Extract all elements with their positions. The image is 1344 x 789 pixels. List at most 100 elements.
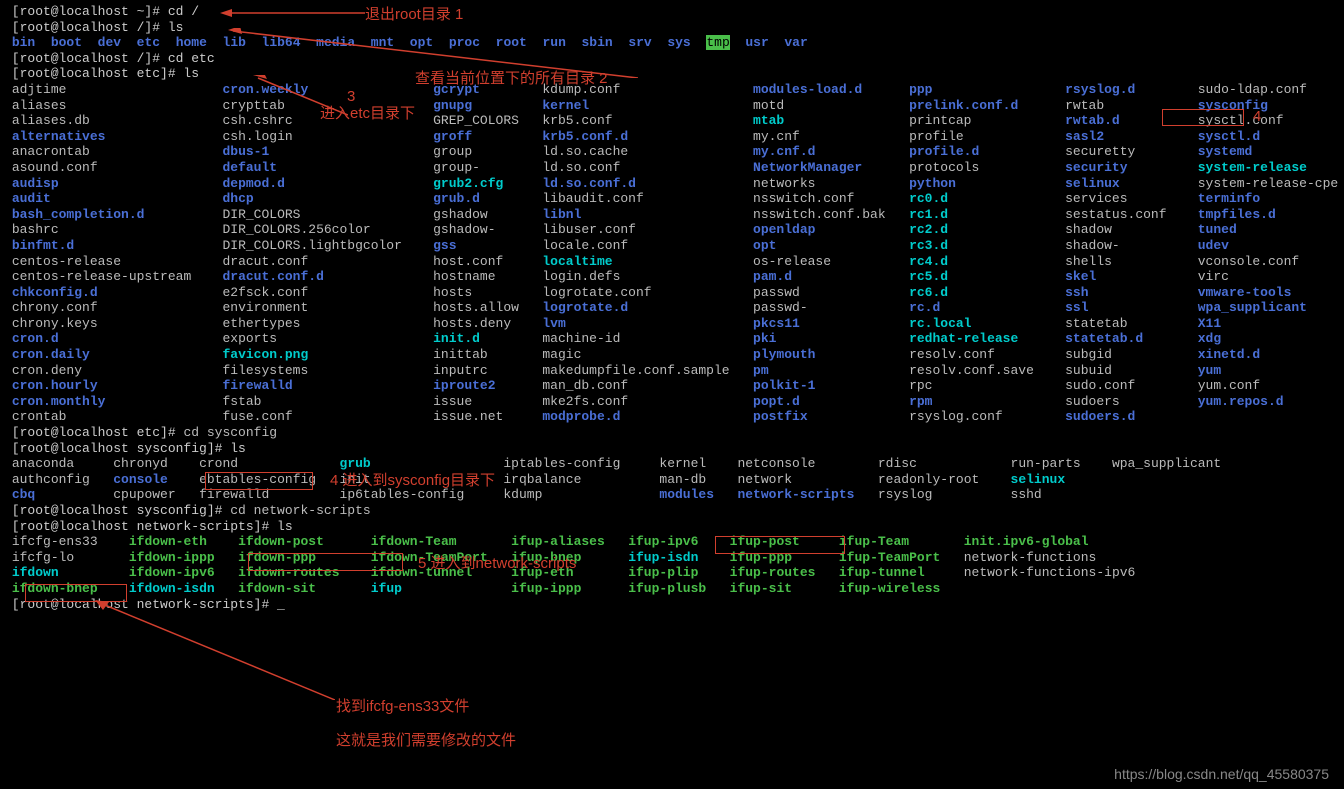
etc-vmware-tools: vmware-tools (1198, 285, 1292, 300)
etc-bash_completion.d: bash_completion.d (12, 207, 145, 222)
sys-selinux: selinux (1011, 472, 1066, 487)
etc-libnl: libnl (542, 207, 581, 222)
etc-yum.conf: yum.conf (1198, 378, 1260, 393)
sys-man-db: man-db (659, 472, 706, 487)
ns-ifup-plusb: ifup-plusb (628, 581, 706, 596)
ns-ifdown: ifdown (12, 565, 59, 580)
etc-group: group (433, 144, 472, 159)
etc-mke2fs.conf: mke2fs.conf (542, 394, 628, 409)
etc-rc.d: rc.d (909, 300, 940, 315)
etc-gshadow: gshadow (433, 207, 488, 222)
sys-rsyslog: rsyslog (878, 487, 933, 502)
etc-udev: udev (1198, 238, 1229, 253)
etc-bashrc: bashrc (12, 222, 59, 237)
root-dir-sbin: sbin (581, 35, 612, 50)
root-dir-proc: proc (449, 35, 480, 50)
etc-machine-id: machine-id (542, 331, 620, 346)
etc-sudo-ldap.conf: sudo-ldap.conf (1198, 82, 1307, 97)
ns-ifdown-sit: ifdown-sit (238, 581, 316, 596)
etc-chrony.keys: chrony.keys (12, 316, 98, 331)
etc-dracut.conf.d: dracut.conf.d (222, 269, 323, 284)
etc-DIR_COLORS.256color: DIR_COLORS.256color (222, 222, 370, 237)
etc-rc2.d: rc2.d (909, 222, 948, 237)
etc-rpm: rpm (909, 394, 932, 409)
etc-printcap: printcap (909, 113, 971, 128)
sys-grub: grub (340, 456, 371, 471)
etc-e2fsck.conf: e2fsck.conf (222, 285, 308, 300)
etc-libaudit.conf: libaudit.conf (542, 191, 643, 206)
ns-network-functions: network-functions (964, 550, 1097, 565)
etc-crypttab: crypttab (222, 98, 284, 113)
etc-xdg: xdg (1198, 331, 1221, 346)
etc-logrotate.conf: logrotate.conf (542, 285, 651, 300)
etc-statetab.d: statetab.d (1065, 331, 1143, 346)
etc-ld.so.conf: ld.so.conf (542, 160, 620, 175)
etc-passwd: passwd (753, 285, 800, 300)
sys-console: console (113, 472, 168, 487)
etc-rc3.d: rc3.d (909, 238, 948, 253)
sys-modules: modules (659, 487, 714, 502)
ns-ifup-tunnel: ifup-tunnel (839, 565, 925, 580)
arrow-ifcfg (95, 600, 335, 700)
etc-cron.daily: cron.daily (12, 347, 90, 362)
sys-readonly-root: readonly-root (878, 472, 979, 487)
etc-rwtab.d: rwtab.d (1065, 113, 1120, 128)
etc-man_db.conf: man_db.conf (542, 378, 628, 393)
ns-ifdown-bnep: ifdown-bnep (12, 581, 98, 596)
sys-cbq: cbq (12, 487, 35, 502)
etc-xinetd.d: xinetd.d (1198, 347, 1260, 362)
ns-ifdown-ippp: ifdown-ippp (129, 550, 215, 565)
etc-csh.cshrc: csh.cshrc (222, 113, 292, 128)
etc-grub2.cfg: grub2.cfg (433, 176, 503, 191)
etc-aliases: aliases (12, 98, 67, 113)
etc-alternatives: alternatives (12, 129, 106, 144)
etc-ssh: ssh (1065, 285, 1088, 300)
ns-ifup-wireless: ifup-wireless (839, 581, 940, 596)
etc-terminfo: terminfo (1198, 191, 1260, 206)
etc-X11: X11 (1198, 316, 1221, 331)
etc-nsswitch.conf: nsswitch.conf (753, 191, 854, 206)
root-dir-root: root (496, 35, 527, 50)
etc-systemd: systemd (1198, 144, 1253, 159)
etc-DIR_COLORS.lightbgcolor: DIR_COLORS.lightbgcolor (222, 238, 401, 253)
etc-securetty: securetty (1065, 144, 1135, 159)
etc-mtab: mtab (753, 113, 784, 128)
etc-rpc: rpc (909, 378, 932, 393)
etc-redhat-release: redhat-release (909, 331, 1018, 346)
etc-wpa_supplicant: wpa_supplicant (1198, 300, 1307, 315)
etc-dbus-1: dbus-1 (222, 144, 269, 159)
watermark: https://blog.csdn.net/qq_45580375 (1114, 766, 1329, 783)
etc-anacrontab: anacrontab (12, 144, 90, 159)
ns-ifup-ppp: ifup-ppp (730, 550, 792, 565)
etc-kernel: kernel (542, 98, 589, 113)
etc-krb5.conf.d: krb5.conf.d (542, 129, 628, 144)
etc-selinux: selinux (1065, 176, 1120, 191)
sys-rdisc: rdisc (878, 456, 917, 471)
root-dir-sys: sys (667, 35, 690, 50)
etc-protocols: protocols (909, 160, 979, 175)
etc-grub.d: grub.d (433, 191, 480, 206)
etc-locale.conf: locale.conf (542, 238, 628, 253)
etc-asound.conf: asound.conf (12, 160, 98, 175)
etc-postfix: postfix (753, 409, 808, 424)
ns-ifdown-eth: ifdown-eth (129, 534, 207, 549)
ns-init.ipv6-global: init.ipv6-global (964, 534, 1089, 549)
etc-fstab: fstab (222, 394, 261, 409)
etc-services: services (1065, 191, 1127, 206)
ns-ifdown-post: ifdown-post (238, 534, 324, 549)
etc-popt.d: popt.d (753, 394, 800, 409)
etc-default: default (222, 160, 277, 175)
ns-ifdown-routes: ifdown-routes (238, 565, 339, 580)
etc-NetworkManager: NetworkManager (753, 160, 862, 175)
etc-rc1.d: rc1.d (909, 207, 948, 222)
root-dir-usr: usr (745, 35, 768, 50)
etc-openldap: openldap (753, 222, 815, 237)
etc-sasl2: sasl2 (1065, 129, 1104, 144)
etc-yum.repos.d: yum.repos.d (1198, 394, 1284, 409)
etc-virc: virc (1198, 269, 1229, 284)
etc-cron.monthly: cron.monthly (12, 394, 106, 409)
etc-krb5.conf: krb5.conf (542, 113, 612, 128)
ns-ifdown-ppp: ifdown-ppp (238, 550, 316, 565)
etc-subgid: subgid (1065, 347, 1112, 362)
ns-ifup-sit: ifup-sit (730, 581, 792, 596)
